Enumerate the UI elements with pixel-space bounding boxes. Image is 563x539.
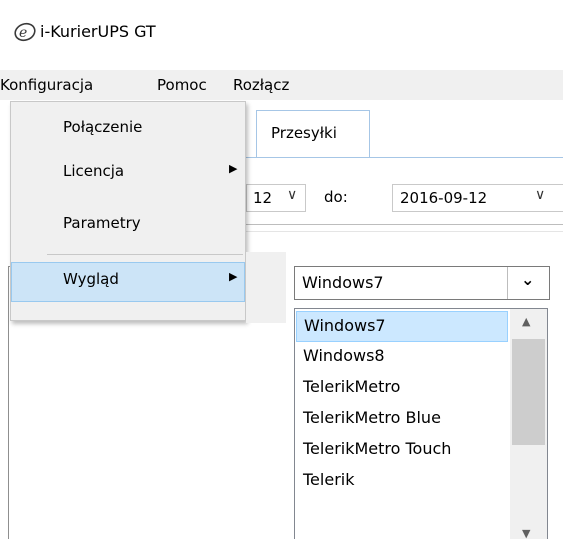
theme-options-list[interactable]: Windows7 Windows8 TelerikMetro TelerikMe… xyxy=(294,308,548,539)
option-label: TelerikMetro Touch xyxy=(303,439,452,458)
title-bar: e i-KurierUPS GT xyxy=(0,0,563,62)
list-item[interactable]: TelerikMetro xyxy=(296,373,508,404)
list-item[interactable]: Windows8 xyxy=(296,342,508,373)
menu-item-polaczenie[interactable]: Połączenie xyxy=(11,110,245,150)
option-label: Telerik xyxy=(303,470,355,489)
scroll-up-icon[interactable]: ▲ xyxy=(522,315,530,328)
date-filter-row: 12 ∨ do: 2016-09-12 ∨ xyxy=(246,160,563,220)
menu-item-wyglad[interactable]: Wygląd ▶ xyxy=(11,262,245,302)
svg-text:e: e xyxy=(19,25,27,41)
date-from-combo[interactable]: 12 ∨ xyxy=(246,184,306,212)
menu-bar: Konfiguracja Pomoc Rozłącz xyxy=(0,70,563,100)
list-scrollbar[interactable]: ▲ ▼ xyxy=(510,309,547,539)
scrollbar-thumb[interactable] xyxy=(512,339,545,445)
menu-item-parametry[interactable]: Parametry xyxy=(11,206,245,246)
date-to-label: do: xyxy=(324,188,348,206)
menu-item-label: Parametry xyxy=(63,214,141,232)
menu-konfiguracja[interactable]: Konfiguracja xyxy=(0,76,93,94)
tab-przesylki-label: Przesyłki xyxy=(271,124,337,142)
e-logo-icon: e xyxy=(14,22,36,42)
chevron-down-icon[interactable]: ∨ xyxy=(535,187,545,203)
menu-item-label: Połączenie xyxy=(63,118,143,136)
menu-item-label: Licencja xyxy=(63,162,125,180)
menu-rozlacz[interactable]: Rozłącz xyxy=(233,76,289,94)
list-item[interactable]: TelerikMetro Touch xyxy=(296,435,508,466)
option-label: Windows7 xyxy=(304,316,386,335)
theme-combo-button[interactable]: ⌄ xyxy=(507,267,549,299)
submenu-arrow-icon: ▶ xyxy=(229,270,238,283)
menu-item-label: Wygląd xyxy=(63,270,119,288)
theme-combo-value: Windows7 xyxy=(302,273,384,292)
submenu-icon-strip xyxy=(246,252,286,323)
menu-separator xyxy=(47,254,243,255)
list-item[interactable]: TelerikMetro Blue xyxy=(296,404,508,435)
konfiguracja-dropdown: Połączenie Licencja ▶ Parametry Wygląd ▶ xyxy=(10,101,246,321)
scroll-down-icon[interactable]: ▼ xyxy=(522,527,530,539)
chevron-down-icon: ⌄ xyxy=(521,270,535,289)
theme-combo[interactable]: Windows7 ⌄ xyxy=(294,266,550,300)
menu-pomoc[interactable]: Pomoc xyxy=(157,76,207,94)
menu-item-licencja[interactable]: Licencja ▶ xyxy=(11,154,245,194)
date-to-value: 2016-09-12 xyxy=(400,189,488,207)
list-item[interactable]: Telerik xyxy=(296,466,508,497)
option-label: TelerikMetro Blue xyxy=(303,408,441,427)
tab-underline xyxy=(246,157,563,158)
date-from-value: 12 xyxy=(253,189,273,207)
option-label: Windows8 xyxy=(303,346,385,365)
window-title: i-KurierUPS GT xyxy=(40,22,156,41)
tab-przesylki[interactable]: Przesyłki xyxy=(256,110,370,158)
date-to-combo[interactable]: 2016-09-12 ∨ xyxy=(392,184,563,212)
list-item[interactable]: Windows7 xyxy=(296,311,508,342)
toolbar-separator xyxy=(246,224,563,232)
submenu-arrow-icon: ▶ xyxy=(229,162,238,175)
chevron-down-icon[interactable]: ∨ xyxy=(287,187,297,203)
option-label: TelerikMetro xyxy=(303,377,401,396)
